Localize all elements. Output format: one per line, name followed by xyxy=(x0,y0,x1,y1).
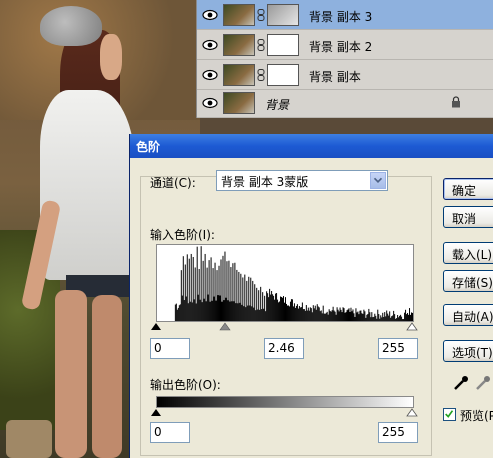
eye-icon[interactable] xyxy=(201,37,219,53)
chain-icon[interactable] xyxy=(257,69,265,81)
layer-row[interactable]: 背景 副本 2 xyxy=(197,30,493,60)
lock-icon xyxy=(452,96,460,108)
gray-eyedropper-icon[interactable] xyxy=(474,374,492,392)
preview-checkbox[interactable] xyxy=(443,408,456,421)
output-levels-label: 输出色阶(O): xyxy=(150,378,221,392)
output-slider-track[interactable] xyxy=(150,408,420,418)
input-gamma-field[interactable]: 2.46 xyxy=(264,338,304,359)
black-point-slider[interactable] xyxy=(151,323,161,330)
chain-icon[interactable] xyxy=(257,9,265,21)
gamma-slider[interactable] xyxy=(219,322,231,331)
load-button[interactable]: 载入(L) xyxy=(443,242,493,264)
channel-label: 通道(C): xyxy=(150,176,196,190)
input-black-field[interactable]: 0 xyxy=(150,338,190,359)
layer-row[interactable]: 背景 xyxy=(197,88,493,118)
eye-icon[interactable] xyxy=(201,67,219,83)
layer-thumbnail xyxy=(223,92,255,114)
input-white-field[interactable]: 255 xyxy=(378,338,418,359)
layers-panel: 背景 副本 3 背景 副本 2 背景 副本 背景 xyxy=(196,0,493,118)
save-button[interactable]: 存储(S) xyxy=(443,270,493,292)
chevron-down-icon[interactable] xyxy=(370,172,386,189)
options-button[interactable]: 选项(T) xyxy=(443,340,493,362)
preview-label: 预览(P) xyxy=(460,409,493,423)
output-black-slider[interactable] xyxy=(151,409,161,416)
channel-select[interactable]: 背景 副本 3蒙版 xyxy=(216,170,388,191)
output-gradient xyxy=(156,396,414,408)
output-white-field[interactable]: 255 xyxy=(378,422,418,443)
layer-mask-thumbnail[interactable] xyxy=(267,64,299,86)
layer-thumbnail xyxy=(223,4,255,26)
layer-name: 背景 副本 xyxy=(309,70,361,84)
levels-dialog: 色阶 通道(C): 背景 副本 3蒙版 输入色阶(I): 0 2.46 255 … xyxy=(129,134,493,458)
black-eyedropper-icon[interactable] xyxy=(452,374,470,392)
cancel-button[interactable]: 取消 xyxy=(443,206,493,228)
input-slider-track[interactable] xyxy=(150,322,420,332)
auto-button[interactable]: 自动(A) xyxy=(443,304,493,326)
layer-name: 背景 xyxy=(265,98,290,112)
layer-thumbnail xyxy=(223,34,255,56)
output-black-field[interactable]: 0 xyxy=(150,422,190,443)
white-point-slider[interactable] xyxy=(406,322,418,331)
dialog-titlebar[interactable]: 色阶 xyxy=(130,134,493,158)
histogram xyxy=(156,244,414,322)
layer-name: 背景 副本 2 xyxy=(309,40,373,54)
layer-mask-thumbnail[interactable] xyxy=(267,34,299,56)
layer-row[interactable]: 背景 副本 xyxy=(197,60,493,90)
eye-icon[interactable] xyxy=(201,7,219,23)
layer-mask-thumbnail[interactable] xyxy=(267,4,299,26)
chain-icon[interactable] xyxy=(257,39,265,51)
layer-thumbnail xyxy=(223,64,255,86)
layer-row[interactable]: 背景 副本 3 xyxy=(197,0,493,30)
channel-value: 背景 副本 3蒙版 xyxy=(221,175,309,189)
eye-icon[interactable] xyxy=(201,95,219,111)
input-levels-label: 输入色阶(I): xyxy=(150,228,215,242)
layer-name: 背景 副本 3 xyxy=(309,10,373,24)
ok-button[interactable]: 确定 xyxy=(443,178,493,200)
dialog-title: 色阶 xyxy=(136,140,161,154)
output-white-slider[interactable] xyxy=(406,408,418,417)
